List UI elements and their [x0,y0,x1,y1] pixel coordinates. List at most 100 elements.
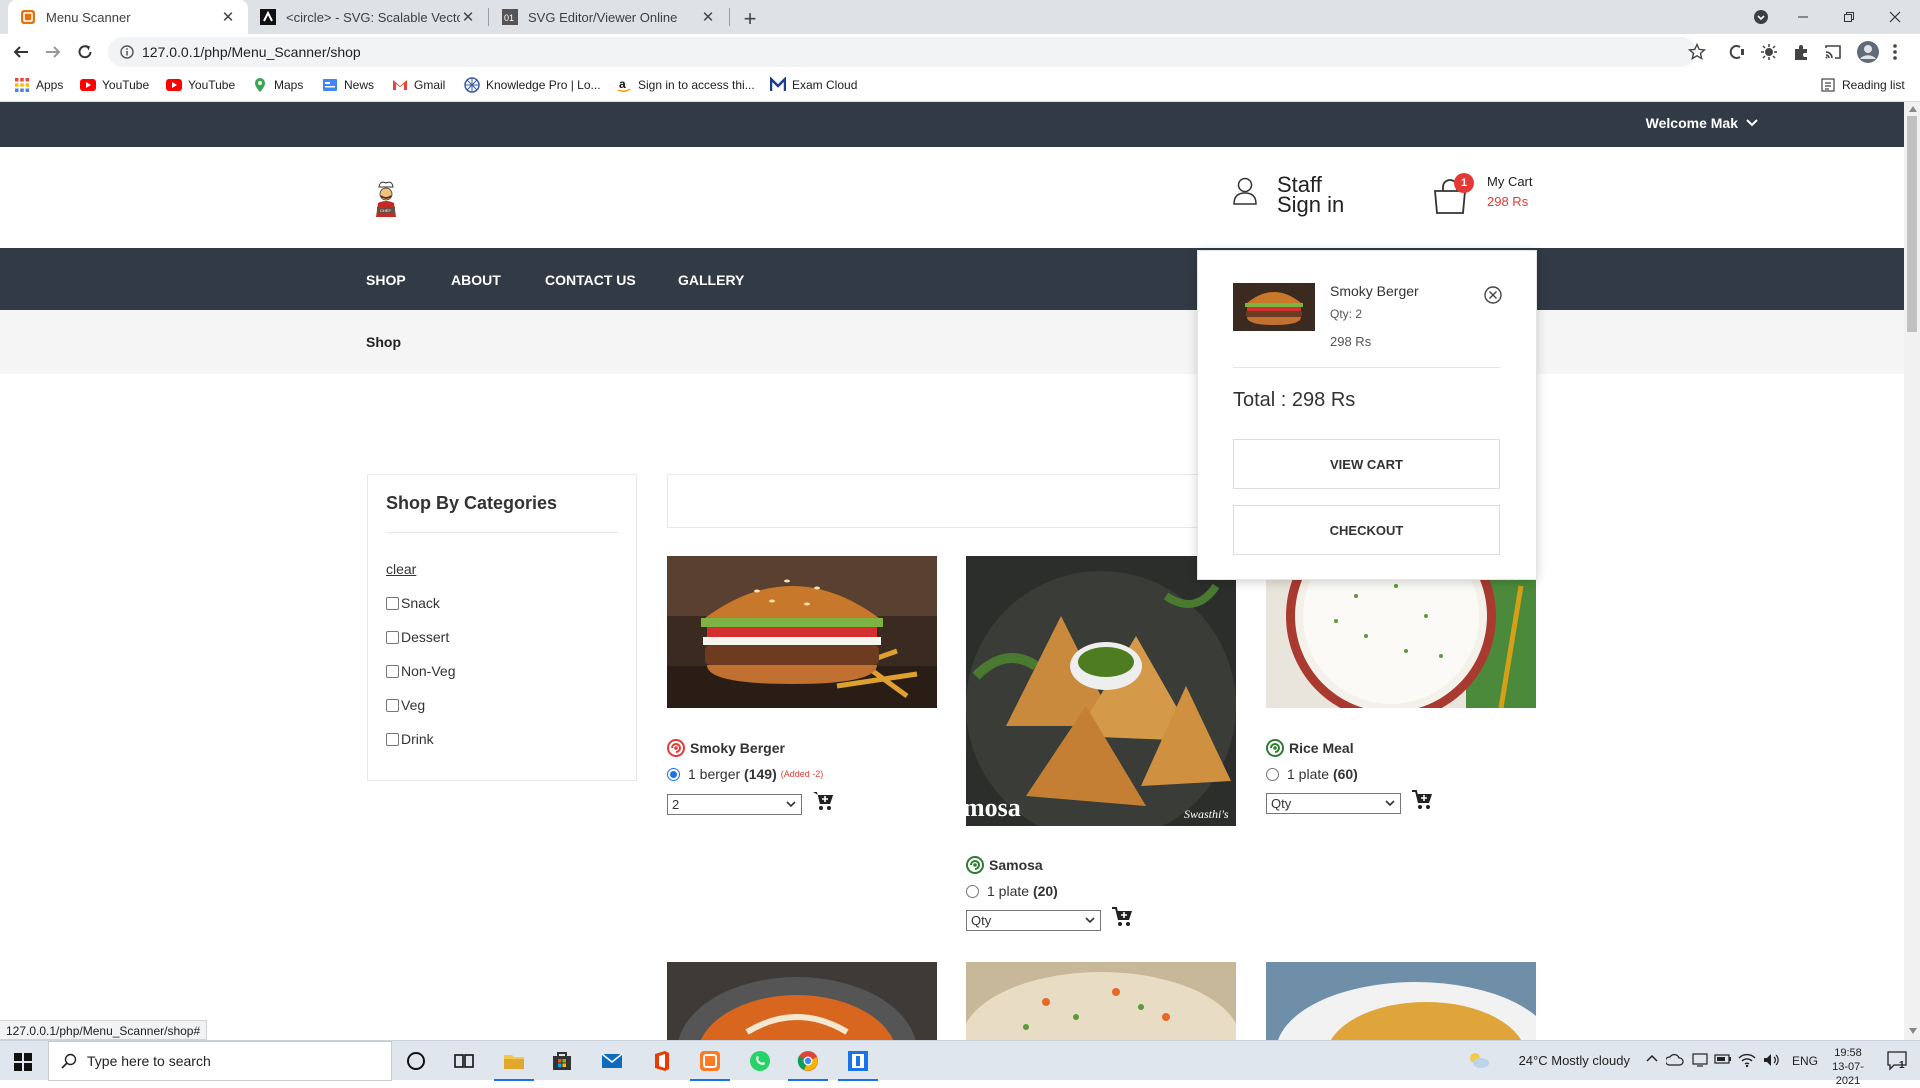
mini-cart-item-image[interactable] [1233,283,1315,331]
product-image-biryani[interactable] [1266,962,1536,1040]
remove-item-close-icon[interactable] [1483,285,1503,305]
mini-cart-item-name[interactable]: Smoky Berger [1330,283,1419,299]
file-explorer-icon[interactable] [494,1049,534,1081]
new-tab-plus-icon[interactable]: + [738,6,762,32]
radio-unselected[interactable] [966,884,979,898]
bookmark-maps[interactable]: Maps [252,77,303,93]
bookmark-knowledge-pro[interactable]: Knowledge Pro | Lo... [464,77,601,93]
tab-close-icon[interactable]: ✕ [460,8,476,26]
tab-search-icon[interactable] [1748,4,1774,30]
onedrive-cloud-icon[interactable] [1666,1053,1684,1067]
volume-icon[interactable] [1762,1052,1780,1068]
category-veg[interactable]: Veg [386,697,425,713]
cortana-circle-icon[interactable] [404,1049,428,1073]
store-icon[interactable] [550,1049,574,1073]
clear-filters-link[interactable]: clear [386,561,416,577]
language-indicator[interactable]: ENG [1792,1054,1818,1068]
user-icon[interactable] [1232,177,1258,205]
scroll-up-arrow-icon[interactable] [1909,106,1917,112]
extensions-puzzle-icon[interactable] [1792,43,1810,61]
product-variant-option[interactable]: 1 plate (60) [1266,766,1358,782]
bookmark-apps[interactable]: Apps [14,77,63,93]
minimize-icon[interactable] [1790,4,1816,30]
tab-close-icon[interactable]: ✕ [220,8,236,26]
staff-sign-in-link[interactable]: Staff Sign in [1277,174,1344,216]
quantity-select[interactable]: 2 [667,794,802,815]
radio-unselected[interactable] [1266,767,1279,781]
code-editor-icon[interactable] [838,1049,878,1081]
bookmark-youtube[interactable]: YouTube [166,77,235,93]
add-to-cart-icon[interactable] [812,790,834,812]
nav-contact-us[interactable]: CONTACT US [545,272,636,288]
weather-cloud-icon[interactable] [1468,1051,1490,1069]
reload-icon[interactable] [76,43,94,61]
scrollbar-thumb[interactable] [1907,116,1917,332]
product-variant-option[interactable]: 1 plate (20) [966,883,1058,899]
my-cart-label[interactable]: My Cart [1487,174,1533,189]
restore-icon[interactable] [1836,4,1862,30]
bookmark-amazon[interactable]: a Sign in to access thi... [616,77,755,93]
tab-svg-circle[interactable]: <circle> - SVG: Scalable Vector G ✕ [248,0,488,34]
checkbox[interactable] [386,596,399,610]
nav-gallery[interactable]: GALLERY [678,272,744,288]
clock[interactable]: 19:58 13-07-2021 [1826,1046,1870,1088]
quantity-select[interactable]: Qty [1266,793,1401,814]
tab-svg-editor[interactable]: 01 SVG Editor/Viewer Online ✕ [490,0,728,34]
product-image-curry[interactable] [667,962,937,1040]
category-dessert[interactable]: Dessert [386,629,449,645]
category-drink[interactable]: Drink [386,731,434,747]
product-variant-option[interactable]: 1 berger (149) (Added -2) [667,766,823,782]
wifi-icon[interactable] [1738,1052,1756,1068]
reading-list-button[interactable]: Reading list [1820,77,1905,93]
battery-icon[interactable] [1714,1053,1732,1065]
address-bar[interactable]: 127.0.0.1/php/Menu_Scanner/shop [108,37,1696,67]
menu-kebab-icon[interactable] [1892,42,1898,62]
welcome-dropdown[interactable]: Welcome Mak [1646,115,1758,131]
taskbar-search-box[interactable]: Type here to search [48,1041,392,1081]
office-icon[interactable] [650,1049,674,1073]
page-scrollbar[interactable] [1904,102,1920,1040]
profile-avatar-icon[interactable] [1856,40,1880,64]
bookmark-news[interactable]: News [322,77,374,93]
mail-icon[interactable] [600,1049,624,1073]
tab-close-icon[interactable]: ✕ [700,8,716,26]
category-non-veg[interactable]: Non-Veg [386,663,455,679]
monitor-tray-icon[interactable] [1692,1052,1708,1068]
tray-chevron-up-icon[interactable] [1646,1053,1658,1063]
product-image-samosa[interactable]: mosa Swasthi's [966,556,1236,826]
checkout-button[interactable]: CHECKOUT [1233,505,1500,555]
xampp-icon[interactable] [690,1049,730,1081]
product-image-burger[interactable] [667,556,937,708]
checkbox[interactable] [386,698,399,712]
nav-about[interactable]: ABOUT [451,272,501,288]
view-cart-button[interactable]: VIEW CART [1233,439,1500,489]
checkbox[interactable] [386,664,399,678]
extension-c-icon[interactable] [1728,43,1746,61]
extension-bug-icon[interactable] [1760,43,1778,61]
product-name-rice-meal[interactable]: Rice Meal [1266,739,1354,757]
chrome-icon[interactable] [788,1049,828,1081]
whatsapp-icon[interactable] [748,1049,772,1073]
bookmark-star-icon[interactable] [1688,43,1706,61]
quantity-select[interactable]: Qty [966,910,1101,931]
add-to-cart-icon[interactable] [1411,789,1433,811]
product-image-fried-rice[interactable] [966,962,1236,1040]
checkbox[interactable] [386,732,399,746]
back-arrow-icon[interactable] [12,43,30,61]
forward-arrow-icon[interactable] [44,43,62,61]
weather-text[interactable]: 24°C Mostly cloudy [1519,1053,1630,1068]
product-name-smoky-berger[interactable]: Smoky Berger [667,739,785,757]
tab-menu-scanner[interactable]: Menu Scanner ✕ [8,0,248,34]
radio-selected[interactable] [667,767,680,781]
close-window-icon[interactable] [1882,4,1908,30]
bookmark-gmail[interactable]: Gmail [392,77,445,93]
notification-icon[interactable]: 1 [1886,1050,1910,1072]
category-snack[interactable]: Snack [386,595,440,611]
bookmark-exam-cloud[interactable]: Exam Cloud [770,77,857,93]
nav-shop[interactable]: SHOP [366,272,406,288]
bookmark-youtube[interactable]: YouTube [80,77,149,93]
task-view-icon[interactable] [452,1049,476,1073]
cart-bag-icon[interactable]: 1 [1432,173,1474,215]
info-icon[interactable] [120,45,134,59]
add-to-cart-icon[interactable] [1111,906,1133,928]
